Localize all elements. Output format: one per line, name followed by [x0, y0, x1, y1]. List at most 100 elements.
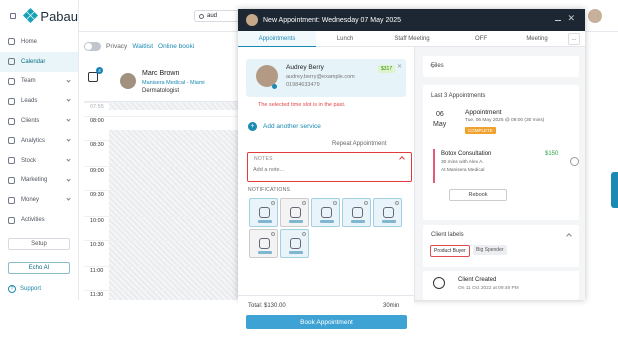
notification-cancel-tile[interactable]	[311, 198, 340, 227]
activity-title: Client Created	[458, 277, 497, 283]
notification-reminder-tile[interactable]	[280, 198, 309, 227]
sidebar-item-label: Analytics	[21, 137, 46, 144]
rebook-label: Rebook	[468, 192, 488, 198]
channel-toggles[interactable]	[382, 220, 396, 223]
notification-feedback-tile[interactable]	[280, 229, 309, 258]
tab-off[interactable]: OFF	[450, 31, 512, 47]
staff-role: Dermatologist	[142, 88, 180, 94]
more-tabs-button[interactable]: ...	[568, 33, 580, 45]
waitlist-button[interactable]: Waitlist	[132, 43, 153, 50]
online-booking-button[interactable]: Online booki	[158, 43, 194, 50]
tab-staff-meeting[interactable]: Staff Meeting	[374, 31, 450, 47]
notification-card-tile[interactable]	[249, 229, 278, 258]
tab-meeting[interactable]: Meeting	[512, 31, 562, 47]
info-icon[interactable]	[302, 232, 306, 236]
channel-toggles[interactable]	[289, 251, 303, 254]
check-icon	[259, 207, 270, 218]
support-link[interactable]: ? Support	[8, 285, 41, 293]
chevron-down-icon	[66, 157, 71, 162]
info-icon[interactable]	[333, 201, 337, 205]
appointment-details: Tue, 06 May 2025 @ 09:00 (30 mins)	[465, 118, 545, 123]
sidebar-item-stock[interactable]: Stock	[0, 151, 78, 171]
client-card[interactable]: Audrey Berry audrey.berry@example.com 01…	[246, 59, 406, 97]
info-icon[interactable]	[395, 201, 399, 205]
info-icon[interactable]	[302, 201, 306, 205]
appointment-card[interactable]: 06 May Appointment Tue, 06 May 2025 @ 09…	[433, 107, 569, 143]
side-drawer-tab[interactable]	[611, 172, 618, 208]
echo-ai-button[interactable]: Echo AI	[8, 262, 70, 274]
sidebar-item-label: Calendar	[21, 58, 46, 65]
client-status-dot	[272, 84, 277, 89]
appointment-month: May	[433, 121, 447, 128]
modal-title: New Appointment: Wednesday 07 May 2025	[263, 16, 402, 24]
card-icon	[259, 238, 270, 249]
files-section[interactable]: Files	[423, 56, 579, 77]
channel-toggles[interactable]	[351, 220, 365, 223]
minimize-icon[interactable]	[555, 20, 561, 21]
calendar-grid[interactable]: 07:55 08:00 08:30 09:00 09:30 10:00 10:3…	[84, 102, 238, 300]
client-name: Audrey Berry	[286, 64, 324, 71]
home-icon	[8, 38, 15, 46]
notification-client-tile[interactable]	[373, 198, 402, 227]
chevron-up-icon[interactable]	[566, 233, 572, 239]
chevron-down-icon	[66, 196, 71, 201]
service-price: $150	[545, 151, 559, 157]
stock-icon	[8, 157, 15, 165]
chevron-up-icon[interactable]	[399, 156, 405, 162]
filter-icon[interactable]	[88, 72, 98, 82]
label-chip[interactable]: Big Spender	[473, 245, 507, 255]
setup-button[interactable]: Setup	[8, 238, 70, 250]
user-icon	[433, 277, 445, 289]
tab-appointments[interactable]: Appointments	[238, 31, 316, 47]
channel-toggles[interactable]	[258, 220, 272, 223]
sidebar-item-leads[interactable]: Leads	[0, 91, 78, 111]
service-location: At Manisera Medical	[441, 168, 485, 173]
repeat-appointment-button[interactable]: Repeat Appointment	[332, 141, 386, 147]
service-card[interactable]: Botox Consultation $150 30 mins with Ale…	[433, 149, 563, 183]
sidebar-item-clients[interactable]: Clients	[0, 111, 78, 131]
notes-label: NOTES	[254, 156, 273, 162]
expand-sidebar-icon[interactable]	[10, 13, 16, 19]
pabau-logo-icon	[22, 7, 38, 24]
client-avatar-small	[246, 14, 258, 26]
analytics-icon	[8, 137, 15, 145]
label-chip[interactable]: Product Buyer	[430, 245, 470, 257]
appointment-type-tabs: Appointments Lunch Staff Meeting OFF Mee…	[238, 31, 585, 47]
support-label: Support	[20, 286, 42, 292]
next-appointment-icon[interactable]	[570, 157, 579, 166]
privacy-toggle[interactable]	[84, 42, 101, 51]
notification-form-tile[interactable]	[342, 198, 371, 227]
tab-lunch[interactable]: Lunch	[316, 31, 374, 47]
channel-toggles[interactable]	[258, 251, 272, 254]
echo-ai-label: Echo AI	[28, 265, 50, 271]
notes-input[interactable]	[253, 165, 405, 175]
remove-client-icon[interactable]: ✕	[397, 63, 402, 70]
close-icon[interactable]: ✕	[567, 13, 575, 24]
sidebar-item-home[interactable]: Home	[0, 32, 78, 52]
info-icon[interactable]	[271, 232, 275, 236]
rebook-button[interactable]: Rebook	[449, 189, 507, 201]
channel-toggles[interactable]	[320, 220, 334, 223]
user-avatar[interactable]	[588, 9, 602, 23]
sidebar-item-analytics[interactable]: Analytics	[0, 131, 78, 151]
notification-confirmation-tile[interactable]	[249, 198, 278, 227]
sidebar-item-money[interactable]: Money	[0, 190, 78, 210]
info-icon[interactable]	[271, 201, 275, 205]
sidebar-item-calendar[interactable]: Calendar	[0, 51, 78, 72]
sidebar-item-activities[interactable]: Activities	[0, 210, 78, 230]
client-balance-badge: $317	[378, 65, 396, 73]
add-service-button[interactable]: + Add another service	[248, 122, 321, 131]
bell-icon	[290, 207, 301, 218]
appointment-title: Appointment	[465, 109, 502, 116]
time-label: 10:30	[90, 242, 104, 248]
book-appointment-button[interactable]: Book Appointment	[246, 315, 407, 329]
info-icon[interactable]	[364, 201, 368, 205]
sidebar-nav: Home Calendar Team Leads Clients Analyti…	[0, 32, 78, 230]
staff-avatar	[120, 73, 136, 89]
sidebar-item-marketing[interactable]: Marketing	[0, 171, 78, 191]
sidebar-item-team[interactable]: Team	[0, 72, 78, 92]
sidebar-item-label: Clients	[21, 118, 40, 125]
channel-toggles[interactable]	[289, 220, 303, 223]
sidebar-item-label: Stock	[21, 157, 37, 164]
appointment-form: Audrey Berry audrey.berry@example.com 01…	[238, 47, 414, 338]
